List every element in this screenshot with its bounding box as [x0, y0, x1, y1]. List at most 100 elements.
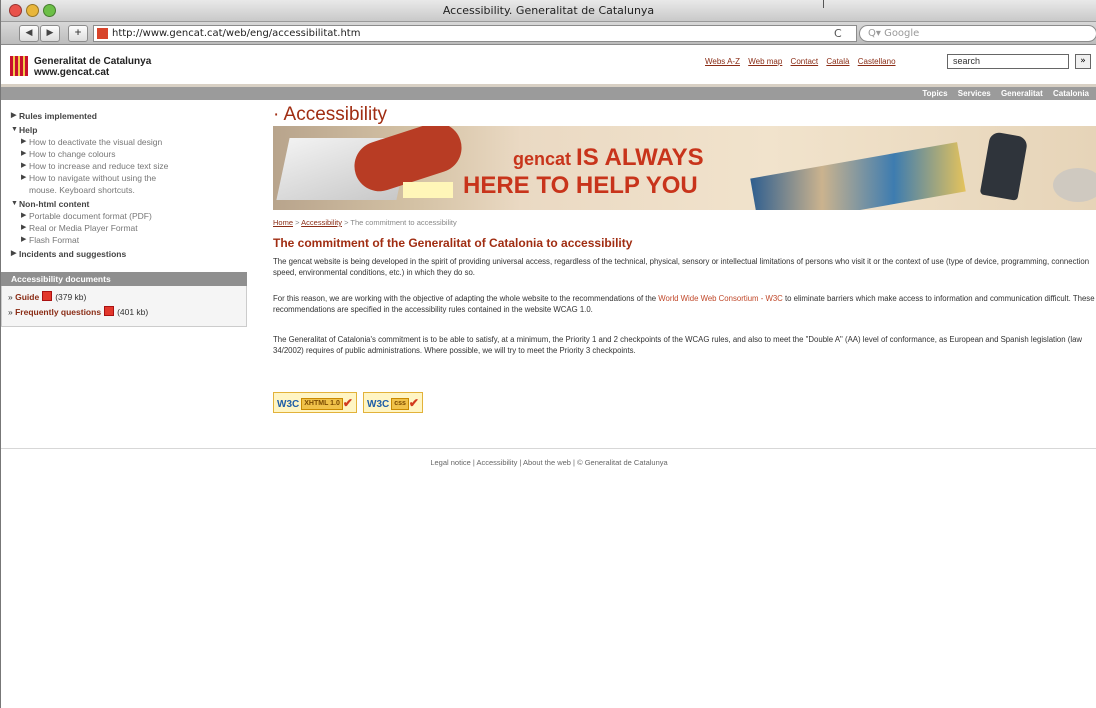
- badge-label: css: [391, 398, 409, 410]
- sidebar-item[interactable]: ▶ Rules implemented: [1, 110, 247, 122]
- triangle-right-icon: ▶: [21, 212, 27, 219]
- link-contact[interactable]: Contact: [791, 57, 819, 66]
- sidebar-item-label[interactable]: mouse. Keyboard shortcuts.: [29, 185, 135, 195]
- triangle-right-icon: ▶: [11, 250, 17, 257]
- w3c-xhtml-badge[interactable]: W3C XHTML 1.0 ✔: [273, 392, 357, 413]
- favicon-icon: [97, 28, 108, 39]
- add-bookmark-button[interactable]: +: [68, 25, 88, 42]
- sidebar-item-label[interactable]: Incidents and suggestions: [19, 249, 126, 259]
- link-web-map[interactable]: Web map: [748, 57, 782, 66]
- sidebar-item[interactable]: ▶ How to increase and reduce text size: [1, 160, 247, 172]
- promo-banner[interactable]: gencat IS ALWAYS HERE TO HELP YOU: [273, 126, 1096, 210]
- sidebar-item-label[interactable]: Rules implemented: [19, 111, 97, 121]
- link-webs-az[interactable]: Webs A-Z: [705, 57, 740, 66]
- main-content: · Accessibility gencat IS ALWAYS HERE TO…: [271, 104, 1096, 413]
- triangle-right-icon: ▶: [21, 138, 27, 145]
- doc-size: (401 kb): [117, 307, 149, 317]
- window-edge: [823, 0, 824, 8]
- pdf-icon: [104, 306, 115, 316]
- breadcrumb-home[interactable]: Home: [273, 218, 293, 227]
- footer-links[interactable]: Legal notice | Accessibility | About the…: [1, 458, 1096, 467]
- site-header: Generalitat de Catalunya www.gencat.cat …: [1, 46, 1096, 100]
- brand-name: Generalitat de Catalunya: [34, 56, 152, 67]
- site-search-input[interactable]: search: [947, 54, 1069, 69]
- triangle-right-icon: ▶: [21, 162, 27, 169]
- doc-link-faq[interactable]: » Frequently questions (401 kb): [2, 305, 246, 320]
- paragraph-3: The Generalitat of Catalonia's commitmen…: [273, 335, 1083, 355]
- sidebar-item-label[interactable]: Non-html content: [19, 199, 89, 209]
- brand-url: www.gencat.cat: [34, 67, 110, 78]
- link-catala[interactable]: Català: [826, 57, 849, 66]
- breadcrumb-current: The commitment to accessibility: [350, 218, 457, 227]
- triangle-right-icon: ▶: [21, 150, 27, 157]
- sidebar-item[interactable]: ▶ How to deactivate the visual design: [1, 136, 247, 148]
- reload-icon[interactable]: C: [834, 27, 842, 40]
- sidebar-item[interactable]: ▶ Incidents and suggestions: [1, 248, 247, 260]
- triangle-down-icon: ▼: [11, 126, 18, 133]
- doc-size: (379 kb): [55, 292, 87, 302]
- sidebar-item[interactable]: ▶ Flash Format: [1, 234, 247, 246]
- doc-name[interactable]: Guide: [15, 292, 39, 302]
- phone-image: [979, 131, 1029, 201]
- sidebar-item[interactable]: mouse. Keyboard shortcuts.: [1, 184, 247, 196]
- sidebar-item[interactable]: ▶ Portable document format (PDF): [1, 210, 247, 222]
- sidebar-item[interactable]: ▶ How to change colours: [1, 148, 247, 160]
- title-bar: Accessibility. Generalitat de Catalunya: [1, 0, 1096, 22]
- triangle-down-icon: ▼: [11, 200, 18, 207]
- doc-link-guide[interactable]: » Guide (379 kb): [2, 290, 246, 305]
- paragraph-2-text: For this reason, we are working with the…: [273, 294, 659, 303]
- sidebar: ▶ Rules implemented ▼ Help ▶ How to deactivat…: [1, 108, 247, 327]
- triangle-right-icon: ▶: [21, 236, 27, 243]
- senyera-logo-icon[interactable]: [10, 56, 28, 76]
- banner-headline-1: gencat IS ALWAYS: [513, 144, 704, 172]
- link-castellano[interactable]: Castellano: [858, 57, 896, 66]
- tab-generalitat[interactable]: Generalitat: [1001, 89, 1043, 98]
- browser-toolbar: ◀ ▶ + http://www.gencat.cat/web/eng/acce…: [1, 22, 1096, 45]
- sidebar-menu: ▶ Rules implemented ▼ Help ▶ How to deactivat…: [1, 110, 247, 260]
- search-go-button[interactable]: »: [1075, 54, 1091, 69]
- doc-name[interactable]: Frequently questions: [15, 307, 101, 317]
- magazines-image: [750, 142, 966, 210]
- address-bar[interactable]: http://www.gencat.cat/web/eng/accessibil…: [93, 25, 857, 42]
- section-tabs: Topics Services Generalitat Catalonia: [914, 87, 1089, 100]
- back-button[interactable]: ◀: [19, 25, 39, 42]
- tab-catalonia[interactable]: Catalonia: [1053, 89, 1089, 98]
- sidebar-item[interactable]: ▼ Non-html content: [1, 198, 247, 210]
- paragraph-2: For this reason, we are working with the…: [273, 293, 1095, 315]
- tab-topics[interactable]: Topics: [922, 89, 947, 98]
- sidebar-item-label[interactable]: Flash Format: [29, 235, 79, 245]
- page-title: · Accessibility: [273, 104, 388, 125]
- sidebar-item-label[interactable]: How to increase and reduce text size: [29, 161, 168, 171]
- sidebar-item-label[interactable]: Help: [19, 125, 37, 135]
- sidebar-item-label[interactable]: Real or Media Player Format: [29, 223, 138, 233]
- web-page: Generalitat de Catalunya www.gencat.cat …: [1, 46, 1096, 708]
- sidebar-item[interactable]: ▶ Real or Media Player Format: [1, 222, 247, 234]
- breadcrumb-accessibility[interactable]: Accessibility: [301, 218, 342, 227]
- tab-services[interactable]: Services: [958, 89, 991, 98]
- site-logo-text[interactable]: Generalitat de Catalunya www.gencat.cat: [34, 56, 151, 78]
- content-heading: The commitment of the Generalitat of Cat…: [273, 236, 633, 250]
- browser-window: Accessibility. Generalitat de Catalunya …: [0, 0, 1096, 708]
- sidebar-item-label[interactable]: How to deactivate the visual design: [29, 137, 162, 147]
- sidebar-item-label[interactable]: How to navigate without using the: [29, 173, 156, 183]
- checkmark-icon: ✔: [408, 396, 419, 410]
- decoration-image: [1053, 168, 1096, 202]
- sidebar-item-label[interactable]: Portable document format (PDF): [29, 211, 152, 221]
- forward-button[interactable]: ▶: [40, 25, 60, 42]
- sidebar-item[interactable]: ▼ Help: [1, 124, 247, 136]
- w3c-logo: W3C: [277, 399, 300, 410]
- utility-links: Webs A-Z Web map Contact Català Castella…: [705, 57, 902, 66]
- browser-search-input[interactable]: Q▾ Google: [859, 25, 1096, 42]
- breadcrumb-sep: >: [293, 218, 302, 227]
- paragraph-1: The gencat website is being developed in…: [273, 257, 1090, 277]
- w3c-css-badge[interactable]: W3C css ✔: [363, 392, 423, 413]
- banner-headline-2: HERE TO HELP YOU: [463, 172, 698, 199]
- card-image: [403, 182, 453, 198]
- breadcrumb: Home > Accessibility > The commitment to…: [273, 218, 457, 227]
- sidebar-item[interactable]: ▶ How to navigate without using the: [1, 172, 247, 184]
- sidebar-item-label[interactable]: How to change colours: [29, 149, 115, 159]
- pdf-icon: [42, 291, 53, 301]
- docs-list: » Guide (379 kb) » Frequently questions (4…: [1, 286, 247, 327]
- w3c-link[interactable]: World Wide Web Consortium - W3C: [658, 294, 783, 303]
- checkmark-icon: ✔: [342, 396, 353, 410]
